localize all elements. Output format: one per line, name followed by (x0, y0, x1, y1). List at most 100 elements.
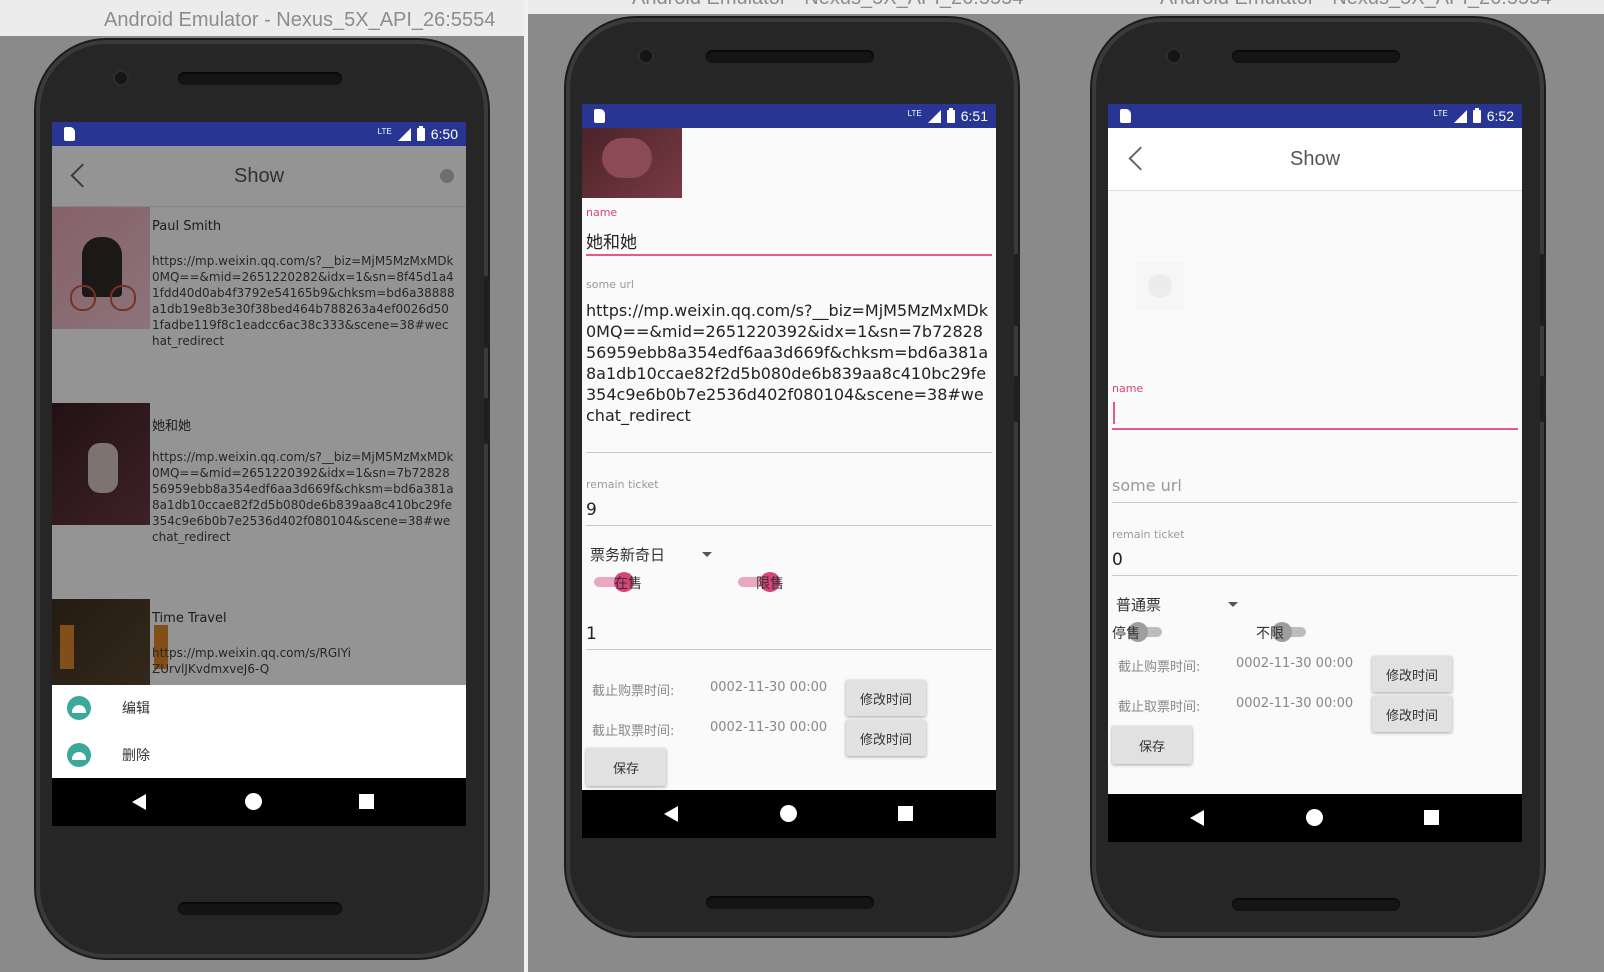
modal-scrim[interactable] (52, 146, 466, 685)
top-speaker (178, 72, 342, 85)
sd-card-icon (64, 127, 75, 141)
sheet-item-delete[interactable]: 删除 (52, 732, 466, 778)
window-title-bar: Android Emulator - Nexus_5X_API_26:5554 (528, 0, 1056, 14)
ticket-field-underline (586, 525, 992, 526)
phone-frame: LTE 6:52 Show name some url remain ticke… (1092, 18, 1546, 936)
save-button[interactable]: 保存 (586, 748, 666, 786)
deadline-buy-label: 截止购票时间: (592, 684, 675, 699)
sale-switch[interactable]: 在售 (590, 570, 660, 594)
window-title: Android Emulator - Nexus_5X_API_26:5554 (632, 0, 1023, 14)
save-button[interactable]: 保存 (1112, 726, 1192, 764)
ticket-field[interactable]: 0 (1112, 550, 1123, 570)
deadline-take-label: 截止取票时间: (592, 724, 675, 739)
nav-recents-icon[interactable] (359, 794, 374, 809)
cover-image[interactable] (582, 128, 682, 198)
ticket-field[interactable]: 9 (586, 500, 597, 520)
name-field-underline[interactable] (1112, 428, 1518, 430)
phone-frame: LTE 6:50 Show Paul Smith https://mp.weix… (36, 40, 490, 958)
power-button[interactable] (1540, 376, 1546, 422)
sale-switch[interactable]: 停售 (1112, 620, 1182, 644)
switch-label: 不限 (1256, 626, 1284, 642)
volume-button[interactable] (1540, 254, 1546, 326)
lte-label: LTE (907, 108, 922, 118)
front-camera (640, 50, 652, 62)
top-speaker (706, 50, 874, 63)
sheet-item-edit[interactable]: 编辑 (52, 685, 466, 731)
status-bar: LTE 6:51 (582, 104, 996, 128)
lte-label: LTE (377, 126, 392, 136)
dropdown-arrow-icon (702, 552, 712, 557)
emulator-body: LTE 6:52 Show name some url remain ticke… (1056, 14, 1604, 972)
sd-card-icon (594, 109, 605, 123)
nav-home-icon[interactable] (245, 793, 262, 810)
url-field[interactable]: some url (1112, 476, 1182, 495)
deadline-take-value: 0002-11-30 00:00 (710, 720, 828, 735)
modify-take-time-button[interactable]: 修改时间 (1372, 696, 1452, 732)
bottom-speaker (1232, 898, 1400, 911)
status-time: 6:52 (1486, 108, 1514, 124)
ticket-type-spinner[interactable]: 普通票 (1116, 592, 1248, 618)
modify-buy-time-button[interactable]: 修改时间 (846, 680, 926, 716)
bottom-speaker (178, 902, 342, 915)
image-placeholder[interactable] (1136, 262, 1184, 310)
ticket-type-spinner[interactable]: 票务新奇日 (590, 542, 722, 568)
battery-icon (946, 107, 955, 123)
android-icon (67, 743, 91, 767)
limit-count-underline (586, 649, 992, 650)
nav-back-icon[interactable] (1190, 810, 1204, 826)
deadline-take-label: 截止取票时间: (1118, 700, 1201, 715)
navigation-bar (52, 778, 466, 826)
power-button[interactable] (484, 398, 490, 444)
sheet-item-label: 编辑 (122, 701, 150, 717)
signal-icon (397, 127, 411, 141)
cover-figure (602, 138, 652, 178)
dropdown-arrow-icon (1228, 602, 1238, 607)
avatar-placeholder-icon (1148, 274, 1172, 298)
limit-switch[interactable]: 不限 (1256, 620, 1326, 644)
name-field-label: name (586, 206, 618, 219)
ticket-field-label: remain ticket (1112, 528, 1185, 541)
deadline-buy-value: 0002-11-30 00:00 (710, 680, 828, 695)
power-button[interactable] (1014, 376, 1020, 422)
signal-icon (927, 109, 941, 123)
app-bar: Show (1108, 128, 1522, 191)
emulator-window-2: Android Emulator - Nexus_5X_API_26:5554 … (528, 0, 1056, 972)
status-time: 6:51 (960, 108, 988, 124)
window-title: Android Emulator - Nexus_5X_API_26:5554 (1160, 0, 1551, 14)
nav-back-icon[interactable] (664, 806, 678, 822)
name-field[interactable]: 她和她 (586, 228, 637, 253)
phone-screen: LTE 6:52 Show name some url remain ticke… (1108, 104, 1522, 842)
front-camera (1168, 50, 1180, 62)
battery-icon (416, 125, 425, 141)
text-cursor (1113, 402, 1115, 424)
status-bar: LTE 6:50 (52, 122, 466, 146)
deadline-take-value: 0002-11-30 00:00 (1236, 696, 1354, 711)
url-field[interactable]: https://mp.weixin.qq.com/s?__biz=MjM5MzM… (586, 300, 992, 426)
url-field-underline (586, 452, 992, 453)
ticket-field-label: remain ticket (586, 478, 659, 491)
nav-recents-icon[interactable] (1424, 810, 1439, 825)
deadline-buy-value: 0002-11-30 00:00 (1236, 656, 1354, 671)
phone-screen: LTE 6:50 Show Paul Smith https://mp.weix… (52, 122, 466, 826)
lte-label: LTE (1433, 108, 1448, 118)
volume-button[interactable] (484, 276, 490, 348)
page-title: Show (1289, 148, 1341, 170)
android-icon (67, 696, 91, 720)
front-camera (115, 72, 127, 84)
emulator-window-3: Android Emulator - Nexus_5X_API_26:5554 … (1056, 0, 1604, 972)
spinner-value: 普通票 (1116, 596, 1162, 614)
nav-back-icon[interactable] (132, 794, 146, 810)
limit-switch[interactable]: 限售 (734, 570, 804, 594)
battery-icon (1472, 107, 1481, 123)
modify-buy-time-button[interactable]: 修改时间 (1372, 656, 1452, 692)
limit-count-field[interactable]: 1 (586, 624, 597, 644)
nav-home-icon[interactable] (780, 805, 797, 822)
name-field-label: name (1112, 382, 1144, 395)
modify-take-time-button[interactable]: 修改时间 (846, 720, 926, 756)
phone-frame: LTE 6:51 name 她和她 some url https://mp.we… (566, 18, 1020, 936)
volume-button[interactable] (1014, 254, 1020, 326)
bottom-speaker (706, 896, 874, 909)
nav-home-icon[interactable] (1306, 809, 1323, 826)
top-speaker (1232, 50, 1400, 63)
nav-recents-icon[interactable] (898, 806, 913, 821)
